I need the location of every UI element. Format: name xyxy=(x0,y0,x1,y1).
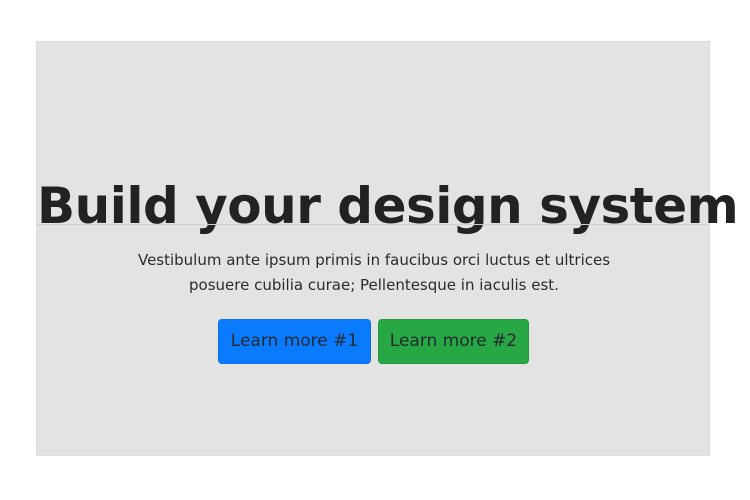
learn-more-1-button[interactable]: Learn more #1 xyxy=(218,319,371,364)
learn-more-2-button[interactable]: Learn more #2 xyxy=(378,319,529,364)
hero-divider xyxy=(37,224,709,225)
hero-lead-text: Vestibulum ante ipsum primis in faucibus… xyxy=(137,251,611,294)
hero-title: Build your design system xyxy=(37,177,739,235)
hero-section: Build your design system Vestibulum ante… xyxy=(36,41,739,456)
